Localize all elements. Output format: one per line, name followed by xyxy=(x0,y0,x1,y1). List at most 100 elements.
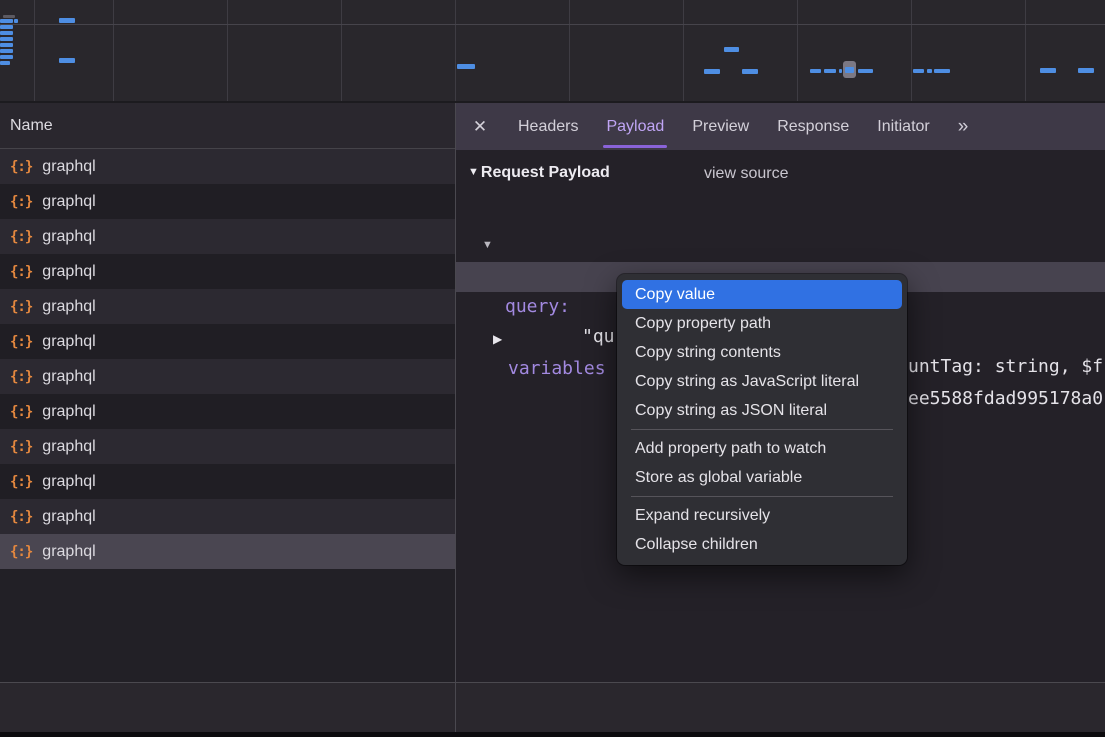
timeline-request-bar xyxy=(845,67,854,73)
more-tabs-icon[interactable]: » xyxy=(958,116,968,138)
fetch-json-icon: {:} xyxy=(10,299,32,315)
network-panels: Name {:}graphql{:}graphql{:}graphql{:}gr… xyxy=(0,103,1105,732)
timeline-request-bar xyxy=(0,49,13,53)
timeline-request-bar xyxy=(0,55,13,59)
timeline-request-bar xyxy=(1078,68,1094,73)
menu-separator xyxy=(631,496,893,497)
fetch-json-icon: {:} xyxy=(10,264,32,280)
requests-panel: Name {:}graphql{:}graphql{:}graphql{:}gr… xyxy=(0,103,455,682)
menu-item-collapse-children[interactable]: Collapse children xyxy=(622,530,902,559)
request-name: graphql xyxy=(42,403,95,421)
timeline-request-bar xyxy=(59,18,75,23)
menu-item-copy-string-as-javascript-literal[interactable]: Copy string as JavaScript literal xyxy=(622,367,902,396)
request-row[interactable]: {:} graphql xyxy=(0,499,455,534)
request-list: {:} graphql {:} graphql {:} graphql {:} graphql… xyxy=(0,149,455,569)
timeline-request-bar xyxy=(913,69,924,73)
property-key: variables xyxy=(508,354,606,384)
timeline-request-bar xyxy=(0,31,13,35)
timeline-request-bar xyxy=(1040,68,1056,73)
devtools-window: Name {:}graphql{:}graphql{:}graphql{:}gr… xyxy=(0,0,1105,732)
tab-preview[interactable]: Preview xyxy=(678,103,763,150)
timeline-request-bar xyxy=(824,69,836,73)
menu-item-add-property-path-to-watch[interactable]: Add property path to watch xyxy=(622,434,902,463)
status-footer xyxy=(0,682,1105,732)
details-tabbar: ✕ HeadersPayloadPreviewResponseInitiator… xyxy=(456,103,1105,150)
expand-triangle-icon[interactable]: ▶ xyxy=(493,324,502,354)
timeline-request-bar xyxy=(934,69,950,73)
network-overview-timeline[interactable] xyxy=(0,0,1105,103)
name-column-label: Name xyxy=(10,117,53,135)
request-row[interactable]: {:} graphql xyxy=(0,184,455,219)
request-row[interactable]: {:} graphql xyxy=(0,534,455,569)
request-row[interactable]: {:} graphql xyxy=(0,219,455,254)
timeline-selected-request-marker xyxy=(843,61,856,78)
request-row[interactable]: {:} graphql xyxy=(0,359,455,394)
request-name: graphql xyxy=(42,298,95,316)
request-name: graphql xyxy=(42,193,95,211)
fetch-json-icon: {:} xyxy=(10,194,32,210)
request-row[interactable]: {:} graphql xyxy=(0,324,455,359)
timeline-request-bar xyxy=(704,69,720,74)
request-row[interactable]: {:}graphql xyxy=(0,149,455,184)
fetch-json-icon: {:} xyxy=(10,509,32,525)
request-name: graphql xyxy=(42,158,95,176)
timeline-request-bar xyxy=(927,69,932,73)
fetch-json-icon: {:} xyxy=(10,404,32,420)
fetch-json-icon: {:} xyxy=(10,439,32,455)
fetch-json-icon: {:} xyxy=(10,369,32,385)
property-value-start: "qu xyxy=(582,322,615,352)
view-source-link[interactable]: view source xyxy=(704,165,788,183)
request-row[interactable]: {:} graphql xyxy=(0,289,455,324)
menu-item-expand-recursively[interactable]: Expand recursively xyxy=(622,501,902,530)
fetch-json-icon: {:} xyxy=(10,544,32,560)
tab-headers[interactable]: Headers xyxy=(504,103,592,150)
request-row[interactable]: {:} graphql xyxy=(0,429,455,464)
request-name: graphql xyxy=(42,543,95,561)
request-name: graphql xyxy=(42,263,95,281)
timeline-request-bar xyxy=(0,61,10,65)
request-row[interactable]: {:} graphql xyxy=(0,464,455,499)
request-row[interactable]: {:} graphql xyxy=(0,254,455,289)
timeline-request-bar xyxy=(858,69,873,73)
payload-root-row[interactable]: ▼ {operationName: "ipFlowTimeseries", va… xyxy=(456,200,1105,230)
timeline-request-bar xyxy=(742,69,758,74)
tab-strip: HeadersPayloadPreviewResponseInitiator xyxy=(504,103,944,150)
timeline-request-bar xyxy=(14,19,18,23)
property-value-continued: ee5588fdad995178a0 xyxy=(908,384,1103,414)
close-icon[interactable]: ✕ xyxy=(468,117,492,137)
request-name: graphql xyxy=(42,228,95,246)
fetch-json-icon: {:} xyxy=(10,229,32,245)
timeline-request-bar xyxy=(0,25,13,29)
collapse-triangle-icon: ▼ xyxy=(468,166,479,178)
tab-response[interactable]: Response xyxy=(763,103,863,150)
section-title: Request Payload xyxy=(481,164,610,181)
operation-name-row[interactable]: operationName: "ipFlowTimeseries" xyxy=(456,232,1105,262)
timeline-request-bar xyxy=(0,19,13,23)
context-menu: Copy valueCopy property pathCopy string … xyxy=(617,274,907,565)
request-name: graphql xyxy=(42,368,95,386)
timeline-request-bar xyxy=(59,58,75,63)
property-value-continued: untTag: string, $f xyxy=(908,352,1103,382)
fetch-json-icon: {:} xyxy=(10,334,32,350)
tab-initiator[interactable]: Initiator xyxy=(863,103,943,150)
request-row[interactable]: {:} graphql xyxy=(0,394,455,429)
menu-item-store-as-global-variable[interactable]: Store as global variable xyxy=(622,463,902,492)
menu-item-copy-value[interactable]: Copy value xyxy=(622,280,902,309)
timeline-scale-bar xyxy=(3,15,15,18)
request-name: graphql xyxy=(42,438,95,456)
timeline-request-bar xyxy=(724,47,739,52)
request-name: graphql xyxy=(42,473,95,491)
fetch-json-icon: {:} xyxy=(10,474,32,490)
request-name: graphql xyxy=(42,333,95,351)
window-bottom-edge xyxy=(0,732,1105,737)
timeline-request-bar xyxy=(457,64,475,69)
menu-item-copy-string-contents[interactable]: Copy string contents xyxy=(622,338,902,367)
tab-payload[interactable]: Payload xyxy=(592,103,678,150)
menu-item-copy-string-as-json-literal[interactable]: Copy string as JSON literal xyxy=(622,396,902,425)
request-name: graphql xyxy=(42,508,95,526)
timeline-request-bar xyxy=(810,69,821,73)
panel-divider[interactable] xyxy=(455,103,456,732)
name-column-header[interactable]: Name xyxy=(0,103,455,149)
request-payload-section-header[interactable]: ▼Request Payload xyxy=(468,164,610,182)
menu-item-copy-property-path[interactable]: Copy property path xyxy=(622,309,902,338)
